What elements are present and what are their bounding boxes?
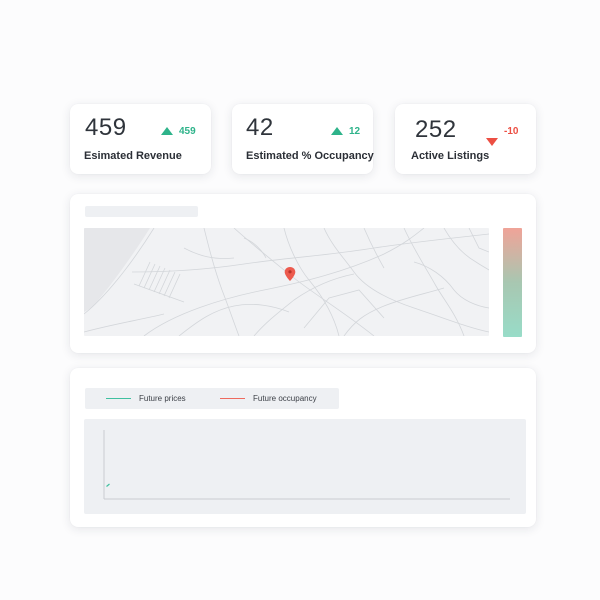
- legend-swatch: [220, 398, 245, 400]
- legend-item-future-occupancy[interactable]: Future occupancy: [220, 388, 317, 409]
- series-line-future-prices: [106, 483, 110, 487]
- trend-up-icon: [331, 127, 343, 135]
- kpi-delta-value: 459: [179, 126, 196, 137]
- map-card: [70, 194, 536, 353]
- title-placeholder: [85, 206, 198, 217]
- kpi-label: Active Listings: [411, 150, 490, 162]
- kpi-card-occupancy: 42 12 Estimated % Occupancy: [232, 104, 374, 174]
- map-streets: [84, 228, 489, 336]
- kpi-card-listings: 252 -10 Active Listings: [395, 104, 536, 174]
- kpi-delta: -10: [486, 126, 518, 146]
- kpi-delta-value: 12: [349, 126, 361, 137]
- legend-item-future-prices[interactable]: Future prices: [106, 388, 186, 409]
- map[interactable]: [84, 228, 489, 336]
- kpi-label: Estimated % Occupancy: [246, 150, 374, 162]
- trend-up-icon: [161, 127, 173, 135]
- chart-plot-area: [84, 419, 526, 514]
- chart-legend: Future prices Future occupancy: [85, 388, 339, 409]
- chart-axes: [103, 430, 510, 500]
- map-scale-legend: [503, 228, 522, 337]
- legend-label: Future occupancy: [253, 394, 317, 403]
- kpi-delta-value: -10: [504, 126, 519, 137]
- kpi-delta: 12: [331, 126, 360, 137]
- legend-label: Future prices: [139, 394, 186, 403]
- trend-down-icon: [486, 138, 498, 146]
- kpi-value: 252: [415, 116, 457, 143]
- kpi-delta: 459: [161, 126, 196, 137]
- kpi-value: 42: [246, 114, 274, 141]
- legend-swatch: [106, 398, 131, 400]
- forecast-chart-card: Future prices Future occupancy: [70, 368, 536, 527]
- kpi-card-revenue: 459 459 Esimated Revenue: [70, 104, 211, 174]
- kpi-value: 459: [85, 114, 127, 141]
- kpi-label: Esimated Revenue: [84, 150, 182, 162]
